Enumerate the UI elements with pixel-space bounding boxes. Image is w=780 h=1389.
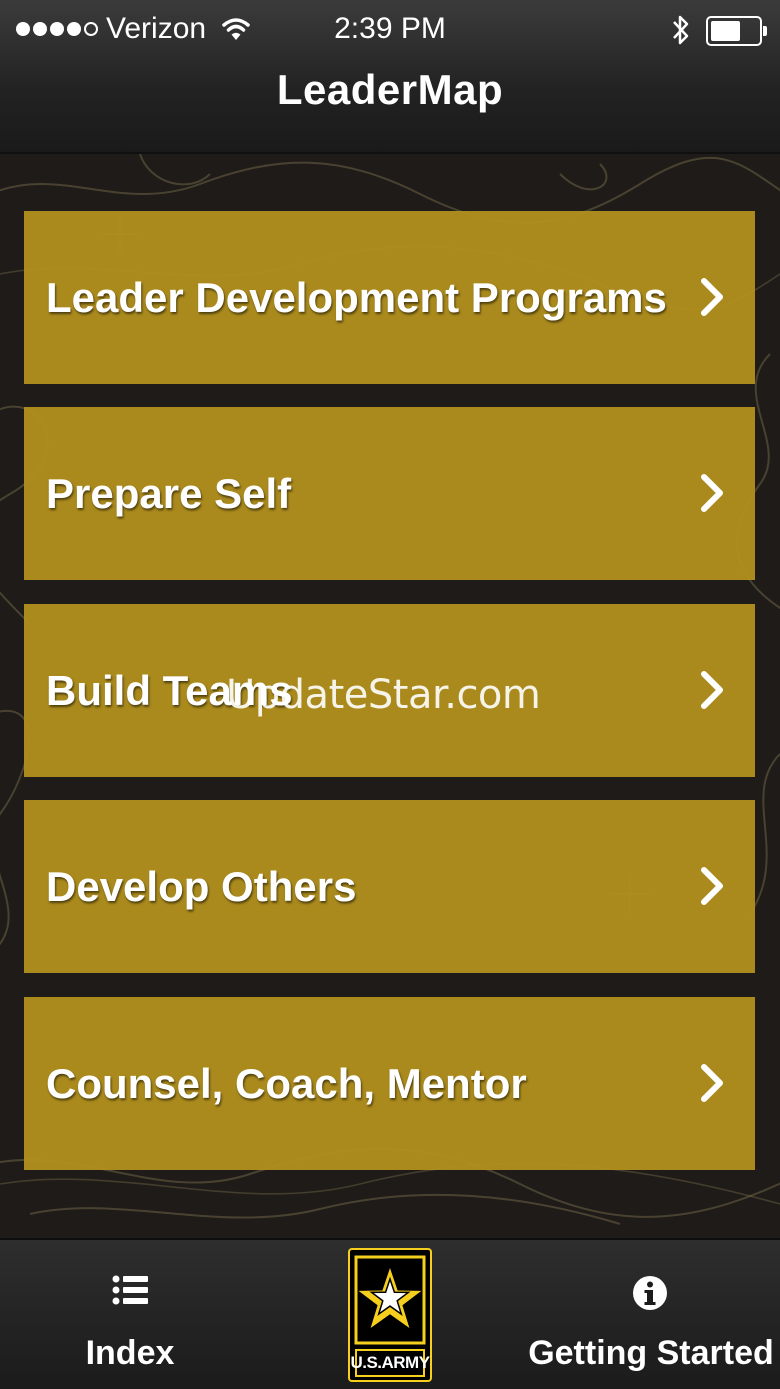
menu-item-counsel-coach-mentor[interactable]: Counsel, Coach, Mentor xyxy=(24,997,755,1170)
menu-item-label: Prepare Self xyxy=(46,470,292,517)
tab-index[interactable]: Index xyxy=(40,1240,220,1389)
status-time: 2:39 PM xyxy=(334,12,446,45)
status-bar: Verizon 2:39 PM xyxy=(0,0,780,62)
page-title: LeaderMap xyxy=(276,66,504,113)
chevron-right-icon xyxy=(701,1064,723,1102)
bluetooth-icon xyxy=(673,15,689,45)
tab-getting-started-label: Getting Started xyxy=(528,1334,774,1372)
menu-item-prepare-self[interactable]: Prepare Self xyxy=(24,407,755,580)
list-icon xyxy=(112,1275,148,1305)
chevron-right-icon xyxy=(701,474,723,512)
chevron-right-icon xyxy=(701,867,723,905)
menu-item-label: Develop Others xyxy=(46,863,357,910)
army-logo-text: U.S.ARMY xyxy=(350,1353,430,1372)
battery-icon xyxy=(706,16,767,46)
menu-item-leader-development-programs[interactable]: Leader Development Programs xyxy=(24,211,755,384)
chevron-right-icon xyxy=(701,671,723,709)
info-icon xyxy=(633,1276,667,1310)
menu-item-label: Counsel, Coach, Mentor xyxy=(46,1060,527,1107)
menu-item-develop-others[interactable]: Develop Others xyxy=(24,800,755,973)
watermark-text: UpdateStar.com xyxy=(226,672,541,718)
menu-item-label: Leader Development Programs xyxy=(46,274,667,321)
tab-index-label: Index xyxy=(85,1334,175,1372)
tab-bar: Index U.S.ARMY Getting Started xyxy=(0,1238,780,1389)
navigation-bar: Verizon 2:39 PM LeaderMap xyxy=(0,0,780,154)
tab-army-home[interactable]: U.S.ARMY xyxy=(348,1240,432,1389)
tab-getting-started[interactable]: Getting Started xyxy=(526,1240,776,1389)
chevron-right-icon xyxy=(701,278,723,316)
